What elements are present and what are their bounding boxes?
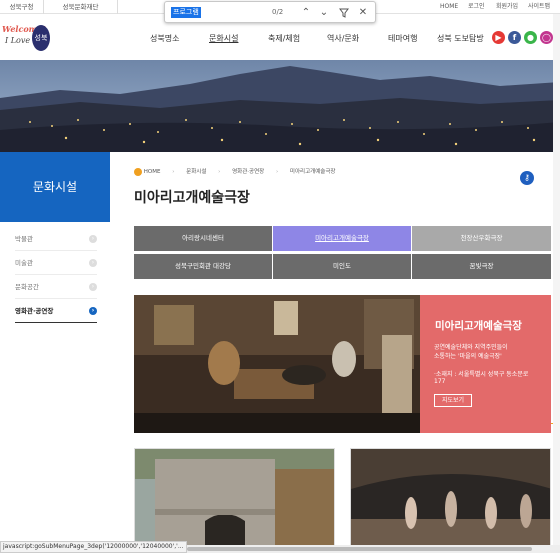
nav-theme-travel[interactable]: 테마여행 <box>388 33 417 44</box>
hero-banner <box>0 60 560 152</box>
breadcrumb-current: 미아리고개예술극장 <box>289 169 336 175</box>
feature-description: 공연예술단체와 지역주민들이 <box>434 344 508 351</box>
sidebar-item-theater[interactable]: 영화관·공연장 › <box>15 299 97 323</box>
util-sitemap-link[interactable]: 사이트맵 <box>528 0 550 14</box>
tab-seongbuk-hall[interactable]: 성북구민회관 대강당 <box>134 254 272 279</box>
tab-miarigogae-theater[interactable]: 미아리고개예술극장 <box>273 226 411 251</box>
find-count: 0/2 <box>272 8 284 16</box>
breadcrumb-separator-icon: › <box>275 169 279 175</box>
sidebar-item-label: 미술관 <box>15 259 33 267</box>
sidebar-item-museum[interactable]: 박물관 › <box>15 227 97 251</box>
vertical-scrollbar[interactable] <box>553 14 560 545</box>
status-bar: javascript:goSubMenuPage_3dep('12000000'… <box>0 541 187 553</box>
horizontal-scrollbar[interactable] <box>187 545 560 553</box>
nav-festival[interactable]: 축제/체험 <box>268 33 300 44</box>
sidebar-item-label: 문화공간 <box>15 283 39 291</box>
share-icon[interactable]: ⚷ <box>520 171 534 185</box>
facebook-icon[interactable]: f <box>508 31 521 44</box>
logo-i-love: I Love <box>5 36 31 45</box>
nav-history[interactable]: 역사/문화 <box>327 33 359 44</box>
breadcrumb-separator-icon: › <box>172 169 175 175</box>
sidebar-item-culture-space[interactable]: 문화공간 › <box>15 275 97 299</box>
site-logo[interactable]: Welcome! I Love 성북 <box>2 22 50 54</box>
scrollbar-thumb[interactable] <box>187 547 532 551</box>
find-next-icon[interactable]: ⌄ <box>317 5 331 20</box>
chevron-right-icon: › <box>89 259 97 267</box>
feature-photo <box>134 295 420 433</box>
map-button[interactable]: 지도보기 <box>434 394 472 407</box>
home-icon <box>134 167 142 176</box>
photo-card-exterior[interactable] <box>134 448 335 548</box>
nav-facilities[interactable]: 문화시설 <box>209 33 238 44</box>
sidebar-item-gallery[interactable]: 미술관 › <box>15 251 97 275</box>
sidebar-title: 문화시설 <box>0 152 110 222</box>
util-home-link[interactable]: HOME <box>440 0 458 14</box>
chevron-right-icon: › <box>89 283 97 291</box>
chevron-right-icon: › <box>89 307 97 315</box>
util-signup-link[interactable]: 회원가입 <box>496 0 518 14</box>
feature-location: 177 <box>434 378 446 385</box>
tab-arirang-cinema[interactable]: 아리랑시네센터 <box>134 226 272 251</box>
breadcrumb-home[interactable]: HOME <box>144 169 161 175</box>
feature-panel: 미아리고개예술극장 공연예술단체와 지역주민들이 소통하는 '마을의 예술극장'… <box>420 295 551 433</box>
util-login-link[interactable]: 로그인 <box>468 0 485 14</box>
feature-title: 미아리고개예술극장 <box>435 320 522 332</box>
tab-miindo[interactable]: 미인도 <box>273 254 411 279</box>
breadcrumb-theater[interactable]: 영화관·공연장 <box>232 169 264 175</box>
tab-culture-foundation[interactable]: 성북문화재단 <box>44 0 118 14</box>
nav-walking-tour[interactable]: 성북 도보탐방 <box>437 33 484 44</box>
breadcrumb-separator-icon: › <box>218 169 221 175</box>
nav-attractions[interactable]: 성북명소 <box>150 33 179 44</box>
photo-card-performance[interactable] <box>350 448 551 548</box>
feature-description: 소통하는 '마을의 예술극장' <box>434 353 502 360</box>
find-bar: 프로그램 0/2 ⌃ ⌄ ✕ <box>164 1 376 23</box>
find-close-icon[interactable]: ✕ <box>356 5 370 20</box>
find-input[interactable]: 프로그램 <box>171 7 201 18</box>
chevron-right-icon: › <box>89 235 97 243</box>
find-filter-icon[interactable] <box>337 5 351 20</box>
tab-seongbuk-gu[interactable]: 성북구청 <box>0 0 44 14</box>
find-prev-icon[interactable]: ⌃ <box>299 5 313 20</box>
feature-location: ·소재지 : 서울특별시 성북구 동소문로 <box>434 371 529 378</box>
logo-mark: 성북 <box>32 25 50 51</box>
sidebar-item-label: 영화관·공연장 <box>15 307 54 315</box>
tab-kkumbit-theater[interactable]: 꿈빛극장 <box>412 254 551 279</box>
instagram-icon[interactable]: ◯ <box>540 31 553 44</box>
page-title: 미아리고개예술극장 <box>134 190 250 206</box>
line-icon[interactable]: ● <box>524 31 537 44</box>
breadcrumb-facilities[interactable]: 문화시설 <box>186 169 206 175</box>
breadcrumb: HOME › 문화시설 › 영화관·공연장 › 미아리고개예술극장 <box>134 166 335 178</box>
sidebar-item-label: 박물관 <box>15 235 33 243</box>
youtube-icon[interactable]: ▶ <box>492 31 505 44</box>
tab-cheonjangsan-theater[interactable]: 천장산우화극장 <box>412 226 551 251</box>
